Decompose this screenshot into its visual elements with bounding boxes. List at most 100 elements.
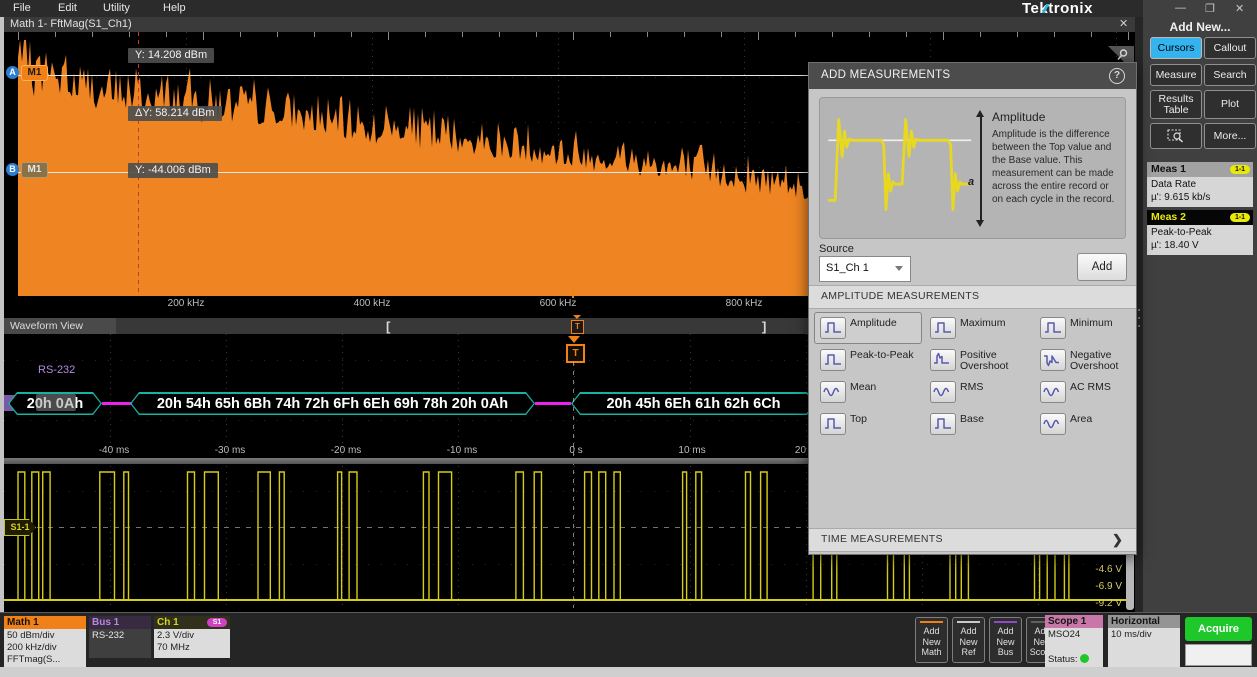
trigger-position-marker[interactable]: T (571, 320, 584, 334)
meas2-type: Peak-to-Peak (1151, 226, 1253, 239)
cursor-b-m1-badge[interactable]: M1 (21, 162, 48, 178)
meas2-badge[interactable]: Meas 2 1-1 Peak-to-Peak µ': 18.40 V (1147, 210, 1253, 255)
source-a-badge[interactable]: A (6, 66, 19, 79)
measurement-peak-to-peak[interactable]: Peak-to-Peak (817, 347, 923, 375)
add-new-bus-button[interactable]: AddNewBus (989, 617, 1022, 663)
help-icon[interactable]: ? (1109, 68, 1125, 84)
bottom-settings-bar: Math 1 50 dBm/div 200 kHz/div FFTmag(S..… (0, 612, 1257, 668)
waveform-view-tab[interactable]: Waveform View (4, 318, 116, 334)
measurement-maximum[interactable]: Maximum (927, 315, 1033, 343)
meas1-value: µ': 9.615 kb/s (1151, 191, 1253, 204)
bus1-badge[interactable]: Bus 1 RS-232 (89, 616, 151, 658)
chevron-right-icon[interactable]: ❯ (1112, 532, 1123, 548)
zoom-box-icon (1167, 129, 1185, 144)
zoom-bracket-left[interactable]: [ (386, 319, 390, 334)
source-b-badge[interactable]: B (6, 163, 19, 176)
source-label: Source (819, 243, 854, 255)
status-ok-dot (1080, 654, 1089, 663)
time-label: 0 s (569, 445, 582, 456)
add-new-math-button[interactable]: AddNewMath (915, 617, 948, 663)
vertical-scrollbar[interactable] (1126, 553, 1134, 610)
freq-label-800k: 800 kHz (726, 298, 763, 309)
meas1-type: Data Rate (1151, 178, 1253, 191)
amplitude-arrow (980, 114, 982, 222)
menu-help[interactable]: Help (163, 2, 186, 14)
restore-icon[interactable]: ❐ (1205, 2, 1215, 15)
freq-label-200k: 200 kHz (168, 298, 205, 309)
amplitude-arrow-label: a (968, 176, 974, 188)
measurement-area[interactable]: Area (1037, 411, 1143, 439)
bus-packet-2: 20h 54h 65h 6Bh 74h 72h 6Fh 6Eh 69h 78h … (130, 392, 535, 415)
arrowhead-down (976, 220, 984, 227)
meas1-source-pill: 1-1 (1230, 165, 1250, 174)
menu-edit[interactable]: Edit (58, 2, 77, 14)
fft-close-icon[interactable]: ✕ (1119, 17, 1128, 30)
acquire-button[interactable]: Acquire (1185, 617, 1252, 641)
mean-icon (820, 381, 846, 403)
measurement-rms[interactable]: RMS (927, 379, 1033, 407)
measurement-amplitude[interactable]: Amplitude (817, 315, 923, 343)
measure-button[interactable]: Measure (1150, 64, 1202, 86)
math1-badge[interactable]: Math 1 50 dBm/div 200 kHz/div FFTmag(S..… (4, 616, 86, 668)
measurement-top[interactable]: Top (817, 411, 923, 439)
trigger-flag[interactable]: T (566, 344, 585, 363)
dialog-titlebar[interactable]: ADD MEASUREMENTS ? (809, 63, 1136, 89)
add-new-ref-button[interactable]: AddNewRef (952, 617, 985, 663)
callout-button[interactable]: Callout (1204, 37, 1256, 59)
time-measurements-header[interactable]: TIME MEASUREMENTS ❯ (809, 528, 1136, 552)
bus-packet-1: 20h 0Ah (8, 392, 102, 415)
source-dropdown-value: S1_Ch 1 (826, 262, 869, 274)
plot-button[interactable]: Plot (1204, 90, 1256, 119)
scope1-badge[interactable]: Scope 1 MSO24 Status: (1045, 615, 1103, 668)
add-new-title: Add New... (1143, 20, 1257, 34)
measurement-info-card: a Amplitude Amplitude is the difference … (819, 97, 1126, 239)
measurement-minimum[interactable]: Minimum (1037, 315, 1143, 343)
meas1-badge[interactable]: Meas 1 1-1 Data Rate µ': 9.615 kb/s (1147, 162, 1253, 207)
zoom-mode-button[interactable] (1150, 123, 1202, 149)
voltage-label: -6.9 V (1060, 581, 1122, 592)
add-measurements-dialog: ADD MEASUREMENTS ? a Amplitude Amplitude… (808, 62, 1137, 555)
measurement-ac-rms[interactable]: AC RMS (1037, 379, 1143, 407)
arrowhead-up (976, 110, 984, 117)
amplitude-illustration (826, 106, 976, 230)
chevron-down-icon (895, 266, 903, 271)
zoom-bracket-right[interactable]: ] (762, 319, 766, 334)
results-table-button[interactable]: Results Table (1150, 90, 1202, 119)
menu-utility[interactable]: Utility (103, 2, 130, 14)
cursors-button[interactable]: Cursors (1150, 37, 1202, 59)
bus-idle-line (102, 402, 131, 405)
menu-bar: File Edit Utility Help Tektronix (0, 0, 1143, 17)
measurement-base[interactable]: Base (927, 411, 1033, 439)
freq-label-600k: 600 kHz (540, 298, 577, 309)
trigger-freq-tick (572, 290, 574, 298)
area-icon (1040, 413, 1066, 435)
dialog-title: ADD MEASUREMENTS (821, 69, 950, 81)
measurement-negative-overshoot[interactable]: Negative Overshoot (1037, 347, 1143, 375)
base-icon (930, 413, 956, 435)
ac-rms-icon (1040, 381, 1066, 403)
add-button[interactable]: Add (1077, 253, 1127, 281)
magnifier-icon (1116, 48, 1129, 61)
fft-view-title: Math 1- FftMag(S1_Ch1) (10, 18, 132, 30)
voltage-label: -4.6 V (1060, 564, 1122, 575)
source-dropdown[interactable]: S1_Ch 1 (819, 256, 911, 282)
cursor-a-m1-badge[interactable]: M1 (21, 65, 48, 81)
cursor-delta-y-readout: ΔY: 58.214 dBm (128, 106, 222, 121)
menu-file[interactable]: File (13, 2, 31, 14)
bus-idle-line (535, 402, 571, 405)
minimize-icon[interactable]: — (1175, 2, 1186, 14)
meas2-value: µ': 18.40 V (1151, 239, 1253, 252)
more-button[interactable]: More... (1204, 123, 1256, 149)
search-button[interactable]: Search (1204, 64, 1256, 86)
amplitude-measurements-header: AMPLITUDE MEASUREMENTS (809, 285, 1136, 309)
close-icon[interactable]: ✕ (1235, 2, 1244, 15)
ch1-badge[interactable]: Ch 1 S1 2.3 V/div 70 MHz (154, 616, 230, 658)
info-title: Amplitude (992, 110, 1045, 124)
acquire-status-box[interactable] (1185, 644, 1252, 666)
measurement-mean[interactable]: Mean (817, 379, 923, 407)
measurement-positive-overshoot[interactable]: Positive Overshoot (927, 347, 1033, 375)
tektronix-logo: Tektronix (1022, 0, 1093, 17)
horizontal-badge[interactable]: Horizontal 10 ms/div (1108, 615, 1180, 668)
rms-icon (930, 381, 956, 403)
tektronix-scope-app: File Edit Utility Help Tektronix Math 1-… (0, 0, 1257, 677)
